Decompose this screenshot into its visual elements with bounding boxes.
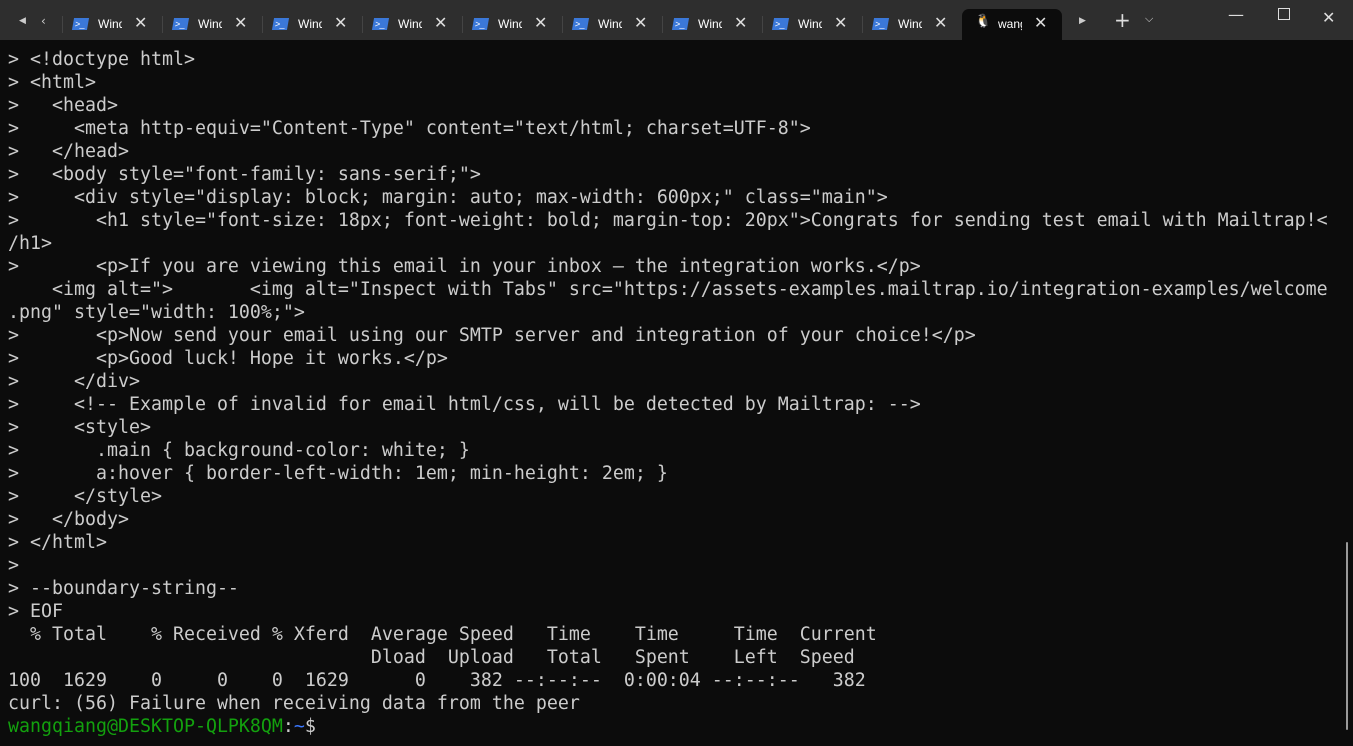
tab-separator (262, 16, 263, 33)
close-tab-icon[interactable]: ✕ (734, 13, 747, 33)
tab-label: Windows PowerShell (298, 17, 322, 31)
scroll-tabs-left-icon[interactable]: ◀ (19, 16, 26, 26)
close-tab-icon[interactable]: ✕ (834, 13, 847, 33)
terminal-line: > <head> (8, 95, 118, 116)
tab-separator (162, 16, 163, 33)
terminal-line: > <p>Now send your email using our SMTP … (8, 325, 976, 346)
tab-label: Windows PowerShell (598, 17, 622, 31)
close-tab-icon[interactable]: ✕ (134, 13, 147, 33)
terminal-line: > <style> (8, 417, 151, 438)
tab-separator (762, 16, 763, 33)
tab-label: Windows PowerShell (98, 17, 122, 31)
terminal-line: > <div style="display: block; margin: au… (8, 187, 888, 208)
tab-separator (62, 16, 63, 33)
terminal-line: > </div> (8, 371, 140, 392)
close-tab-icon[interactable]: ✕ (234, 13, 247, 33)
terminal-line: /h1> (8, 233, 52, 254)
terminal-line: > </body> (8, 509, 129, 530)
terminal-line: > <!-- Example of invalid for email html… (8, 394, 921, 415)
powershell-icon: >_ (671, 18, 690, 30)
terminal-line: > </style> (8, 486, 162, 507)
powershell-icon: >_ (571, 18, 590, 30)
terminal-line: curl: (56) Failure when receiving data f… (8, 693, 580, 714)
terminal-line: > .main { background-color: white; } (8, 440, 470, 461)
terminal-line: > <meta http-equiv="Content-Type" conten… (8, 118, 811, 139)
terminal-line: > </html> (8, 532, 107, 553)
terminal-line: .png" style="width: 100%;"> (8, 302, 305, 323)
prompt-symbol: $ (304, 716, 316, 737)
linux-penguin-icon: 🐧 (975, 13, 992, 28)
prompt-colon: : (282, 716, 294, 737)
close-tab-icon[interactable]: ✕ (434, 13, 447, 33)
tab[interactable]: >_ Windows PowerShell ✕ (762, 9, 862, 40)
tab[interactable]: >_ Windows PowerShell ✕ (162, 9, 262, 40)
powershell-icon: >_ (371, 18, 390, 30)
tab-separator (862, 16, 863, 33)
new-tab-button[interactable]: + (1114, 8, 1131, 32)
tab-label: Windows PowerShell (498, 17, 522, 31)
terminal-line: > --boundary-string-- (8, 578, 239, 599)
tab[interactable]: >_ Windows PowerShell ✕ (362, 9, 462, 40)
terminal-output[interactable]: > <!doctype html> > <html> > <head> > <m… (8, 48, 1328, 738)
powershell-icon: >_ (471, 18, 490, 30)
close-tab-icon[interactable]: ✕ (534, 13, 547, 33)
close-tab-icon[interactable]: ✕ (634, 13, 647, 33)
close-tab-icon[interactable]: ✕ (934, 13, 947, 33)
tab[interactable]: >_ Windows PowerShell ✕ (662, 9, 762, 40)
powershell-icon: >_ (271, 18, 290, 30)
close-window-button[interactable]: ✕ (1322, 8, 1335, 27)
tab-label: Windows PowerShell (898, 17, 922, 31)
tab[interactable]: >_ Windows PowerShell ✕ (262, 9, 362, 40)
tab[interactable]: >_ Windows PowerShell ✕ (462, 9, 562, 40)
tab[interactable]: >_ Windows PowerShell ✕ (62, 9, 162, 40)
terminal-line: > (8, 555, 19, 576)
terminal-line: > <p>Good luck! Hope it works.</p> (8, 348, 448, 369)
terminal-line: <img alt="> <img alt="Inspect with Tabs"… (8, 279, 1328, 300)
close-tab-icon[interactable]: ✕ (334, 13, 347, 33)
tab-separator (462, 16, 463, 33)
terminal-line: > <h1 style="font-size: 18px; font-weigh… (8, 210, 1328, 231)
terminal-line: > <!doctype html> (8, 49, 195, 70)
terminal-lines: > <!doctype html> > <html> > <head> > <m… (8, 49, 1328, 714)
terminal-line: > a:hover { border-left-width: 1em; min-… (8, 463, 668, 484)
powershell-icon: >_ (871, 18, 890, 30)
prompt-path: ~ (293, 716, 305, 737)
tab-label: Windows PowerShell (198, 17, 222, 31)
tab[interactable]: 🐧 wangqiang ✕ (962, 9, 1062, 40)
terminal-line: > EOF (8, 601, 63, 622)
tab-separator (662, 16, 663, 33)
terminal-line: > <html> (8, 72, 96, 93)
powershell-icon: >_ (171, 18, 190, 30)
tab[interactable]: >_ Windows PowerShell ✕ (862, 9, 962, 40)
prompt: wangqiang@DESKTOP-QLPK8QM:~$ (8, 716, 316, 737)
terminal-line: Dload Upload Total Spent Left Speed (8, 647, 855, 668)
dropdown-chevron-icon[interactable]: ⌵ (1145, 12, 1153, 26)
terminal-line: > </head> (8, 141, 129, 162)
maximize-button[interactable] (1278, 8, 1290, 20)
close-tab-icon[interactable]: ✕ (1034, 13, 1047, 33)
terminal-line: > <body style="font-family: sans-serif;"… (8, 164, 481, 185)
chevron-left-icon[interactable]: ‹ (41, 14, 46, 28)
prompt-user-host: wangqiang@DESKTOP-QLPK8QM (8, 716, 283, 737)
terminal-line: 100 1629 0 0 0 1629 0 382 --:--:-- 0:00:… (8, 670, 866, 691)
tab-label: Windows PowerShell (698, 17, 722, 31)
scrollbar[interactable] (1346, 542, 1348, 730)
tab[interactable]: >_ Windows PowerShell ✕ (562, 9, 662, 40)
scroll-tabs-right-icon[interactable]: ▶ (1079, 16, 1086, 26)
tab-label: Windows PowerShell (398, 17, 422, 31)
terminal-line: % Total % Received % Xferd Average Speed… (8, 624, 877, 645)
tab-separator (562, 16, 563, 33)
powershell-icon: >_ (771, 18, 790, 30)
tab-bar: ◀ ‹ >_ Windows PowerShell ✕ >_ Windows Power… (0, 0, 1353, 40)
tab-label: Windows PowerShell (798, 17, 822, 31)
powershell-icon: >_ (71, 18, 90, 30)
terminal-line: > <p>If you are viewing this email in yo… (8, 256, 921, 277)
tab-label: wangqiang (998, 17, 1022, 31)
minimize-button[interactable]: — (1228, 5, 1244, 24)
tab-separator (362, 16, 363, 33)
